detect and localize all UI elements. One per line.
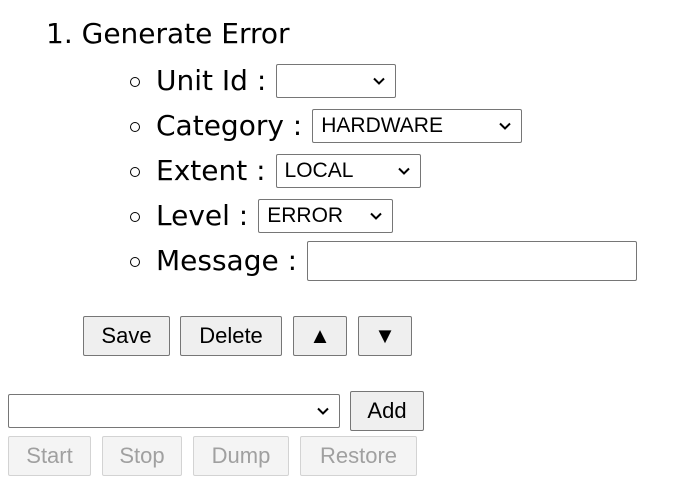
bullet-icon bbox=[130, 167, 140, 177]
message-row: Message : bbox=[130, 241, 638, 281]
move-down-button[interactable]: ▼ bbox=[358, 316, 412, 356]
restore-button[interactable]: Restore bbox=[300, 436, 417, 476]
error-list-select[interactable] bbox=[8, 394, 340, 428]
bullet-icon bbox=[130, 77, 140, 87]
dump-button[interactable]: Dump bbox=[193, 436, 289, 476]
bullet-icon bbox=[130, 122, 140, 132]
category-select[interactable]: HARDWARE bbox=[312, 109, 523, 143]
chevron-down-icon bbox=[370, 212, 382, 220]
stop-button[interactable]: Stop bbox=[102, 436, 182, 476]
message-input[interactable] bbox=[307, 241, 638, 281]
save-button[interactable]: Save bbox=[83, 316, 170, 356]
add-button[interactable]: Add bbox=[350, 391, 424, 431]
level-select-value: ERROR bbox=[267, 204, 344, 227]
category-label: Category : bbox=[156, 109, 303, 142]
section-heading: 1. Generate Error bbox=[46, 17, 290, 50]
unit-id-select[interactable] bbox=[276, 64, 397, 98]
extent-row: Extent : LOCAL bbox=[130, 151, 421, 191]
level-label: Level : bbox=[156, 199, 249, 232]
extent-label: Extent : bbox=[156, 154, 266, 187]
bullet-icon bbox=[130, 212, 140, 222]
extent-select-value: LOCAL bbox=[284, 159, 354, 182]
bullet-icon bbox=[130, 257, 140, 267]
category-select-value: HARDWARE bbox=[321, 114, 443, 137]
chevron-down-icon bbox=[499, 122, 511, 130]
move-up-button[interactable]: ▲ bbox=[293, 316, 347, 356]
chevron-down-icon bbox=[317, 407, 329, 415]
category-row: Category : HARDWARE bbox=[130, 106, 523, 146]
level-row: Level : ERROR bbox=[130, 196, 394, 236]
level-select[interactable]: ERROR bbox=[258, 199, 394, 233]
chevron-down-icon bbox=[397, 167, 410, 175]
unit-id-label: Unit Id : bbox=[156, 64, 267, 97]
message-label: Message : bbox=[156, 244, 298, 277]
delete-button[interactable]: Delete bbox=[180, 316, 282, 356]
unit-id-row: Unit Id : bbox=[130, 61, 397, 101]
extent-select[interactable]: LOCAL bbox=[275, 154, 421, 188]
page: 1. Generate Error Unit Id : Category : H… bbox=[0, 0, 687, 504]
chevron-down-icon bbox=[373, 77, 385, 85]
start-button[interactable]: Start bbox=[8, 436, 91, 476]
